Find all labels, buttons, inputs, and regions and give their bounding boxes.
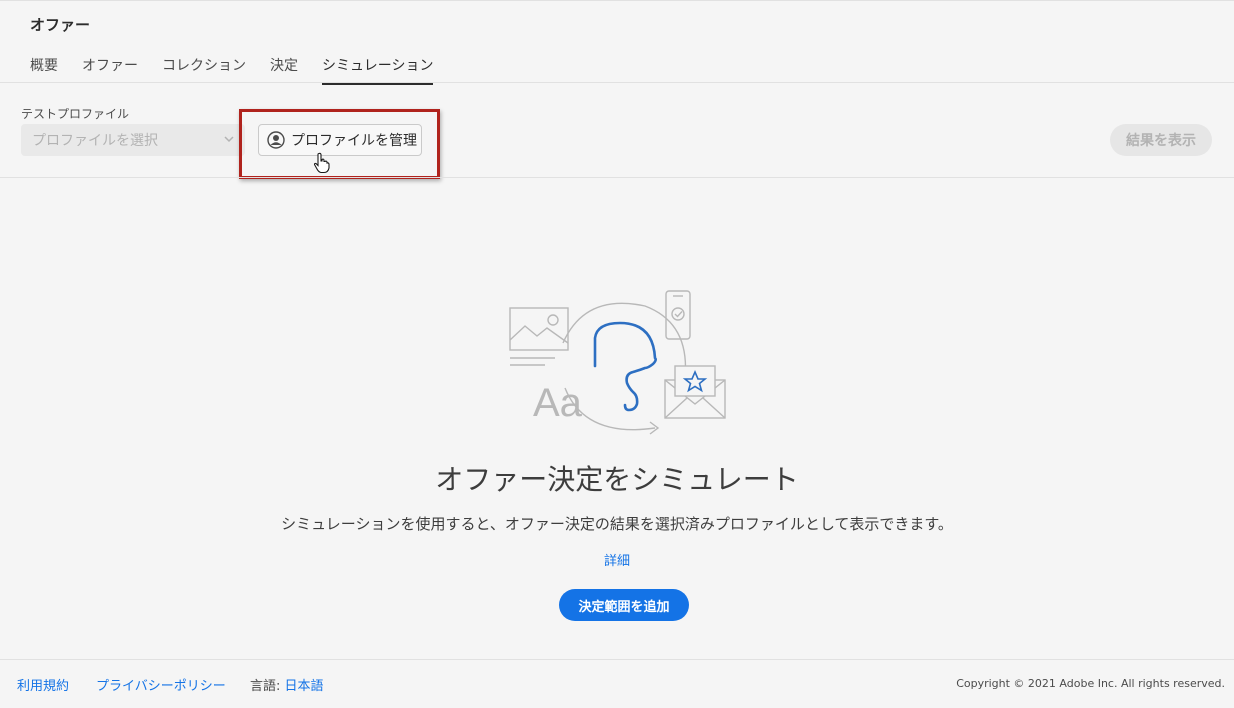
manage-profiles-label: プロファイルを管理	[291, 133, 417, 149]
profile-select[interactable]: プロファイルを選択	[21, 124, 245, 156]
tab-collections[interactable]: コレクション	[162, 55, 246, 85]
language-selector: 言語: 日本語	[250, 675, 324, 694]
top-border	[0, 0, 1234, 1]
manage-profiles-button[interactable]: プロファイルを管理	[258, 124, 422, 156]
hand-pointer-icon	[313, 152, 330, 174]
tabs-divider	[0, 82, 1234, 83]
terms-link[interactable]: 利用規約	[17, 675, 69, 694]
user-icon	[267, 131, 285, 149]
learn-more-link[interactable]: 詳細	[604, 554, 630, 569]
footer-divider	[0, 659, 1234, 660]
chevron-down-icon	[224, 136, 234, 143]
illustration-text: Aa	[533, 381, 583, 425]
empty-state-title: オファー決定をシミュレート	[435, 463, 799, 496]
page-title: オファー	[30, 16, 91, 34]
simulation-illustration: Aa	[509, 290, 726, 435]
tab-decisions[interactable]: 決定	[270, 55, 298, 85]
language-label: 言語:	[250, 679, 285, 694]
privacy-link[interactable]: プライバシーポリシー	[96, 675, 226, 694]
tab-overview[interactable]: 概要	[30, 55, 58, 85]
tab-simulation[interactable]: シミュレーション	[322, 55, 434, 85]
empty-state-description: シミュレーションを使用すると、オファー決定の結果を選択済みプロファイルとして表示…	[281, 515, 953, 533]
test-profile-label: テストプロファイル	[21, 107, 130, 121]
profile-select-placeholder: プロファイルを選択	[32, 133, 158, 149]
tab-offers[interactable]: オファー	[82, 55, 138, 85]
toolbar-divider	[0, 177, 1234, 178]
add-decision-scope-button[interactable]: 決定範囲を追加	[559, 589, 689, 621]
tab-bar: 概要 オファー コレクション 決定 シミュレーション	[30, 55, 457, 85]
language-value-link[interactable]: 日本語	[285, 679, 324, 694]
copyright-text: Copyright © 2021 Adobe Inc. All rights r…	[956, 677, 1225, 690]
view-results-button[interactable]: 結果を表示	[1110, 124, 1212, 156]
